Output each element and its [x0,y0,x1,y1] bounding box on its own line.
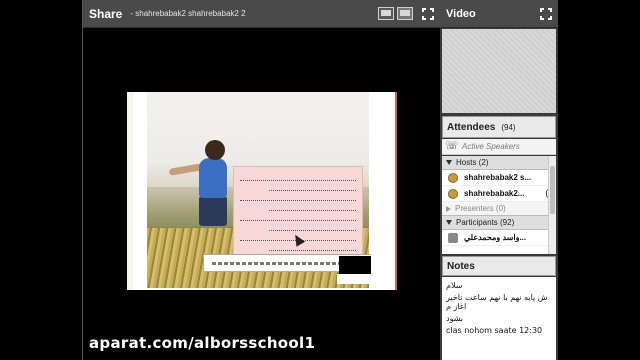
active-speakers: Active Speakers [442,139,556,155]
watermark-text: aparat.com/alborsschool1 [89,334,316,352]
boy-legs [199,196,227,226]
attendees-titlebar: Attendees (94) [442,116,556,138]
video-titlebar: Video [440,0,558,28]
notes-titlebar: Notes [442,256,556,276]
presenters-label: Presenters (0) [455,204,506,213]
collapse-icon [446,220,452,225]
hosts-label: Hosts (2) [456,158,489,167]
list-item[interactable]: shahrebabak2 s... [442,170,556,186]
attendee-list: Hosts (2) shahrebabak2 s... shahrebabak2… [442,156,556,254]
phone-icon [445,139,459,152]
right-column: Video Attendees (94) Active Speakers Hos… [440,0,558,360]
presenter-name: - shahrebabak2 shahrebabak2 2 [130,9,246,18]
poem-card [233,166,363,266]
list-item[interactable]: واسد ومحمدعلي... [442,230,556,246]
slide-edge [127,92,133,290]
video-maximize-icon[interactable] [540,7,552,20]
letterbox [558,0,640,360]
share-pod: Share - shahrebabak2 shahrebabak2 2 apar… [82,0,440,360]
maximize-icon[interactable] [422,7,434,20]
participants-label: Participants (92) [456,218,515,227]
share-title: Share [89,6,123,21]
list-item[interactable]: shahrebabak2... [442,186,556,202]
attendees-count: (94) [501,122,516,132]
host-name: shahrebabak2 s... [464,173,532,182]
screen-icon [400,10,410,16]
expand-icon [446,205,451,212]
notes-title: Notes [447,260,475,272]
slide-border [371,92,397,290]
scrollbar-thumb[interactable] [550,166,555,214]
participant-name: واسد ومحمدعلي... [464,233,527,242]
attendees-title: Attendees [447,121,496,133]
boy-head [205,140,225,160]
host-icon [448,188,458,199]
presenters-group[interactable]: Presenters (0) [442,202,556,216]
host-icon [448,172,458,183]
video-area [442,29,556,113]
slide-footer [337,274,369,284]
active-speakers-label: Active Speakers [462,142,520,151]
notes-body: سلام ش پایه نهم با نهم ساعت تاخیر اغاز م… [442,277,556,360]
note-line: ش پایه نهم با نهم ساعت تاخیر اغاز م [446,293,548,311]
fit-width-icon [381,10,391,16]
host-name: shahrebabak2... [464,189,525,198]
scrollbar[interactable] [548,156,556,254]
participants-group[interactable]: Participants (92) [442,216,556,230]
share-titlebar: Share - shahrebabak2 shahrebabak2 2 [83,0,440,28]
boy-shirt [199,158,227,198]
app-window: Share - shahrebabak2 shahrebabak2 2 apar… [0,0,640,360]
hosts-group[interactable]: Hosts (2) [442,156,556,170]
collapse-icon [446,160,452,165]
full-screen-view-button[interactable] [397,7,413,20]
video-title: Video [446,7,476,20]
participant-icon [448,232,458,243]
note-line: clas nohom saate 12:30 [446,326,543,335]
fit-width-button[interactable] [378,7,394,20]
share-tools [378,7,434,20]
shared-slide [127,92,397,290]
note-line: بشود [446,314,464,323]
note-line: سلام [446,281,463,290]
